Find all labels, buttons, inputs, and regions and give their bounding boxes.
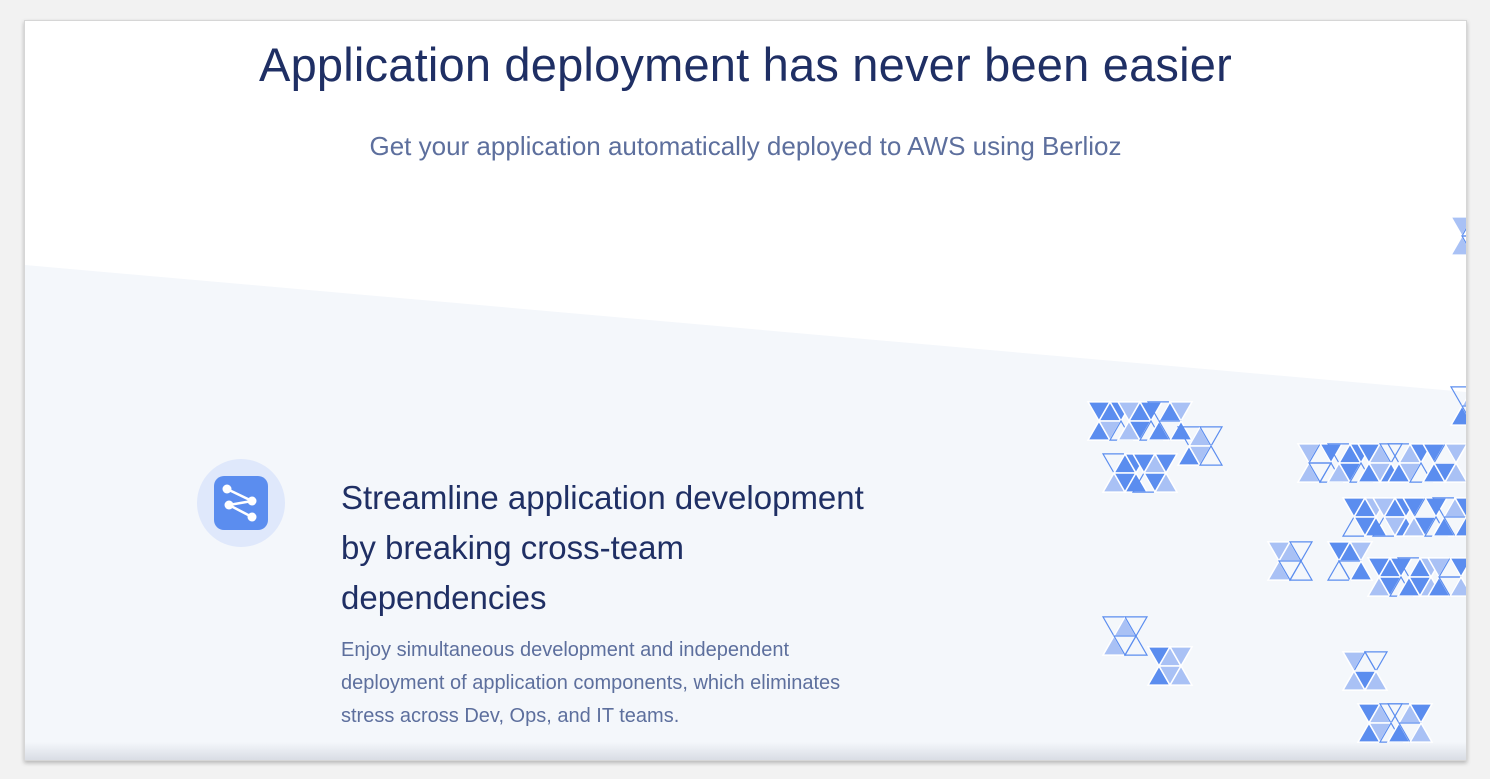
feature-description-line: Enjoy simultaneous development and indep… <box>341 639 790 661</box>
hero-title: Application deployment has never been ea… <box>259 38 1232 91</box>
feature-description: Enjoy simultaneous development and indep… <box>341 634 921 733</box>
hero-subtitle: Get your application automatically deplo… <box>369 131 1122 161</box>
feature-title-line: Streamline application development <box>341 479 864 516</box>
feature-icon-circle <box>197 459 285 547</box>
feature-title-line: dependencies <box>341 579 547 616</box>
share-nodes-icon <box>214 476 268 530</box>
bottom-shadow <box>25 742 1466 760</box>
feature-title: Streamline application development by br… <box>341 473 941 623</box>
page-frame: Application deployment has never been ea… <box>24 20 1467 761</box>
feature-description-line: stress across Dev, Ops, and IT teams. <box>341 705 680 727</box>
feature-title-line: by breaking cross-team <box>341 529 684 566</box>
feature-description-line: deployment of application components, wh… <box>341 672 841 694</box>
